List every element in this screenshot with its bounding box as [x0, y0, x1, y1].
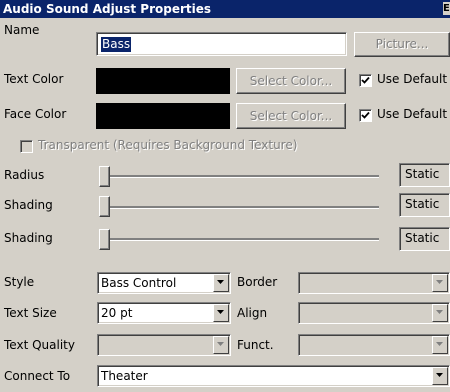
style-value: Bass Control: [101, 276, 177, 290]
name-value: Bass: [101, 37, 132, 52]
text-size-value: 20 pt: [101, 306, 133, 320]
text-color-select-button[interactable]: Select Color...: [236, 68, 346, 94]
connect-to-value: Theater: [101, 369, 148, 383]
transparent-checkbox[interactable]: [20, 140, 33, 153]
face-color-use-default-label: Use Default: [377, 107, 448, 121]
funct-dropdown[interactable]: [298, 334, 450, 356]
shading-1-value-box: Static: [399, 193, 450, 217]
text-quality-label: Text Quality: [4, 338, 75, 352]
shading-1-slider-track[interactable]: [100, 206, 379, 209]
picture-button[interactable]: Picture...: [354, 32, 450, 57]
text-color-label: Text Color: [4, 72, 64, 86]
funct-label: Funct.: [237, 338, 274, 352]
window-title: Audio Sound Adjust Properties: [3, 2, 212, 16]
checkmark-icon: [361, 76, 370, 84]
slider-label-radius: Radius: [4, 168, 45, 182]
transparent-label: Transparent (Requires Background Texture…: [38, 138, 298, 152]
name-label: Name: [4, 23, 40, 37]
radius-slider-track[interactable]: [100, 175, 379, 178]
style-dropdown[interactable]: Bass Control: [97, 272, 231, 294]
face-color-use-default-checkbox[interactable]: [359, 109, 372, 122]
face-color-swatch: [96, 103, 230, 129]
shading-2-slider-thumb[interactable]: [99, 229, 110, 250]
shading-2-value-box: Static: [399, 227, 450, 251]
chevron-down-icon[interactable]: [432, 304, 448, 322]
slider-label-shading-2: Shading: [4, 231, 53, 245]
radius-value-box: Static: [399, 163, 450, 187]
title-bar[interactable]: Audio Sound Adjust Properties E: [0, 0, 450, 18]
face-color-label: Face Color: [4, 107, 67, 121]
text-size-dropdown[interactable]: 20 pt: [97, 302, 231, 324]
text-quality-dropdown[interactable]: [97, 334, 231, 356]
style-label: Style: [4, 275, 35, 289]
chevron-down-icon[interactable]: [432, 274, 448, 292]
chevron-down-icon[interactable]: [432, 367, 448, 385]
chevron-down-icon[interactable]: [213, 274, 229, 292]
border-label: Border: [237, 275, 278, 289]
chevron-down-icon[interactable]: [213, 336, 229, 354]
connect-to-dropdown[interactable]: Theater: [97, 365, 450, 387]
text-color-swatch: [96, 68, 230, 94]
align-label: Align: [237, 306, 268, 320]
chevron-down-icon[interactable]: [432, 336, 448, 354]
connect-to-label: Connect To: [4, 369, 71, 383]
text-color-use-default-checkbox[interactable]: [359, 74, 372, 87]
slider-label-shading-1: Shading: [4, 198, 53, 212]
checkmark-icon: [361, 111, 370, 119]
border-dropdown[interactable]: [298, 272, 450, 294]
text-color-use-default-label: Use Default: [377, 72, 448, 86]
text-size-label: Text Size: [4, 306, 57, 320]
shading-1-slider-thumb[interactable]: [99, 196, 110, 217]
shading-2-slider-track[interactable]: [100, 238, 379, 241]
align-dropdown[interactable]: [298, 302, 450, 324]
title-suffix: E: [443, 2, 450, 15]
radius-slider-thumb[interactable]: [99, 166, 110, 187]
chevron-down-icon[interactable]: [213, 304, 229, 322]
face-color-select-button[interactable]: Select Color...: [236, 103, 346, 129]
name-input[interactable]: Bass: [96, 32, 347, 56]
